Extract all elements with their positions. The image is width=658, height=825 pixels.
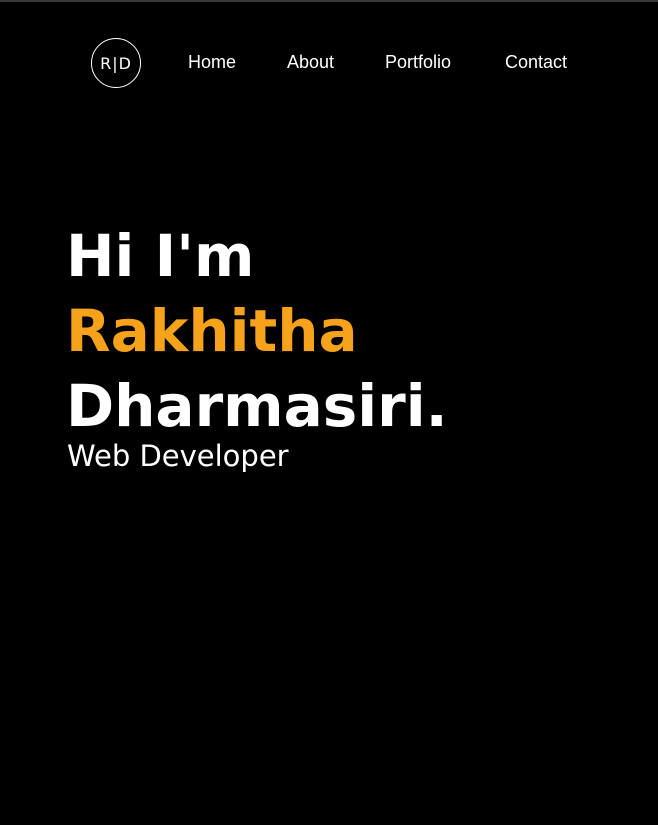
nav-link-home[interactable]: Home	[188, 51, 236, 73]
logo-initial-d: D	[118, 53, 132, 73]
hero-first-name: Rakhitha	[66, 297, 358, 365]
logo-badge[interactable]: R | D	[91, 38, 141, 88]
hero-role: Web Developer	[67, 439, 289, 473]
nav-link-about[interactable]: About	[287, 51, 334, 73]
hero-last-name: Dharmasiri.	[66, 372, 448, 440]
nav-link-contact[interactable]: Contact	[505, 51, 567, 73]
nav-link-portfolio[interactable]: Portfolio	[385, 51, 451, 73]
logo-initial-r: R	[100, 53, 113, 73]
window-top-edge	[0, 0, 658, 2]
hero-greeting: Hi I'm	[66, 222, 255, 290]
